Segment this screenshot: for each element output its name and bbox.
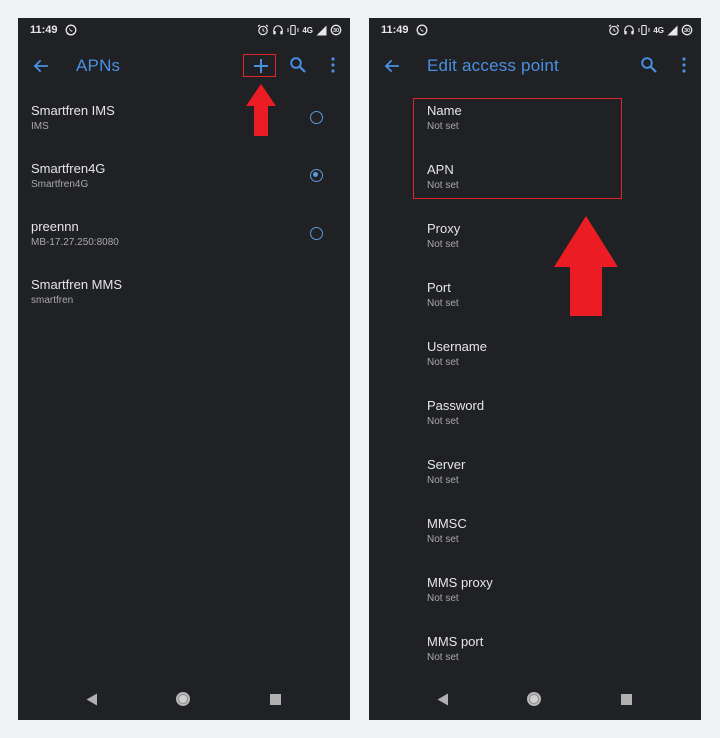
network-type: 4G <box>653 25 664 35</box>
status-bar: 11:49 4G 30 <box>369 18 701 44</box>
field-value: Not set <box>427 357 459 368</box>
vibrate-icon <box>638 24 650 36</box>
headset-icon <box>624 25 635 35</box>
field-value: Not set <box>427 239 459 250</box>
svg-text:30: 30 <box>333 28 339 34</box>
field-label: Port <box>427 280 451 295</box>
page-title: Edit access point <box>427 56 559 75</box>
signal-icon <box>667 25 678 35</box>
status-bar: 11:49 4G 30 <box>18 18 350 44</box>
status-time: 11:49 <box>30 24 58 36</box>
apn-name: Smartfren MMS <box>31 277 123 292</box>
page-title: APNs <box>76 56 121 75</box>
field-label: MMS proxy <box>427 575 493 590</box>
apn-name: Smartfren IMS <box>31 103 115 118</box>
apn-name: Smartfren4G <box>31 161 106 176</box>
apn-detail: smartfren <box>31 295 74 306</box>
field-value: Not set <box>427 593 459 604</box>
more-vert-icon[interactable] <box>329 56 337 74</box>
highlight-box-name-apn-fields <box>413 98 622 199</box>
nav-back-icon[interactable] <box>86 693 98 706</box>
apn-radio-button[interactable] <box>310 111 323 124</box>
nav-recents-icon[interactable] <box>270 694 281 705</box>
status-time: 11:49 <box>381 24 409 36</box>
field-value: Not set <box>427 475 459 486</box>
field-value: Not set <box>427 652 459 663</box>
apn-detail: Smartfren4G <box>31 179 89 190</box>
battery-saver-icon: 30 <box>330 24 342 36</box>
more-vert-icon[interactable] <box>680 56 688 74</box>
apn-list-screen: 11:49 4G 30 APNs Smartfren IMS IMS Smart… <box>18 18 350 720</box>
field-username[interactable]: Username Not set <box>369 339 701 387</box>
nav-home-icon[interactable] <box>176 692 190 706</box>
status-icons: 4G 30 <box>257 24 342 36</box>
field-value: Not set <box>427 298 459 309</box>
field-server[interactable]: Server Not set <box>369 457 701 505</box>
nav-home-icon[interactable] <box>527 692 541 706</box>
apn-detail: MB-17.27.250:8080 <box>31 237 119 248</box>
red-up-arrow-icon <box>246 84 276 136</box>
search-icon[interactable] <box>289 56 307 74</box>
apn-item-smartfren-ims[interactable]: Smartfren IMS IMS <box>18 103 350 153</box>
signal-icon <box>316 25 327 35</box>
red-up-arrow-icon <box>554 216 618 316</box>
vibrate-icon <box>287 24 299 36</box>
battery-saver-icon: 30 <box>681 24 693 36</box>
apn-radio-button-selected[interactable] <box>310 169 323 182</box>
svg-text:30: 30 <box>684 28 690 34</box>
navigation-bar <box>18 680 350 720</box>
whatsapp-icon <box>65 24 77 36</box>
field-mms-proxy[interactable]: MMS proxy Not set <box>369 575 701 623</box>
apn-item-preennn[interactable]: preennn MB-17.27.250:8080 <box>18 219 350 269</box>
field-proxy[interactable]: Proxy Not set <box>369 221 701 269</box>
network-type: 4G <box>302 25 313 35</box>
field-mmsc[interactable]: MMSC Not set <box>369 516 701 564</box>
search-icon[interactable] <box>640 56 658 74</box>
apn-detail: IMS <box>31 121 49 132</box>
apn-name: preennn <box>31 219 79 234</box>
headset-icon <box>273 25 284 35</box>
field-label: Password <box>427 398 485 413</box>
field-label: Proxy <box>427 221 461 236</box>
app-bar: APNs <box>18 44 350 90</box>
field-password[interactable]: Password Not set <box>369 398 701 446</box>
highlight-box-add-button <box>243 54 276 77</box>
status-icons: 4G 30 <box>608 24 693 36</box>
nav-back-icon[interactable] <box>437 693 449 706</box>
field-value: Not set <box>427 416 459 427</box>
apn-item-smartfren4g[interactable]: Smartfren4G Smartfren4G <box>18 161 350 211</box>
field-label: Username <box>427 339 487 354</box>
alarm-icon <box>257 24 269 36</box>
field-mms-port[interactable]: MMS port Not set <box>369 634 701 682</box>
alarm-icon <box>608 24 620 36</box>
field-label: MMSC <box>427 516 467 531</box>
field-port[interactable]: Port Not set <box>369 280 701 328</box>
field-label: Server <box>427 457 466 472</box>
app-bar: Edit access point <box>369 44 701 90</box>
apn-radio-button[interactable] <box>310 227 323 240</box>
navigation-bar <box>369 680 701 720</box>
field-label: MMS port <box>427 634 484 649</box>
whatsapp-icon <box>416 24 428 36</box>
field-value: Not set <box>427 534 459 545</box>
arrow-left-icon[interactable] <box>383 57 401 75</box>
arrow-left-icon[interactable] <box>32 57 50 75</box>
apn-item-smartfren-mms[interactable]: Smartfren MMS smartfren <box>18 277 350 327</box>
nav-recents-icon[interactable] <box>621 694 632 705</box>
